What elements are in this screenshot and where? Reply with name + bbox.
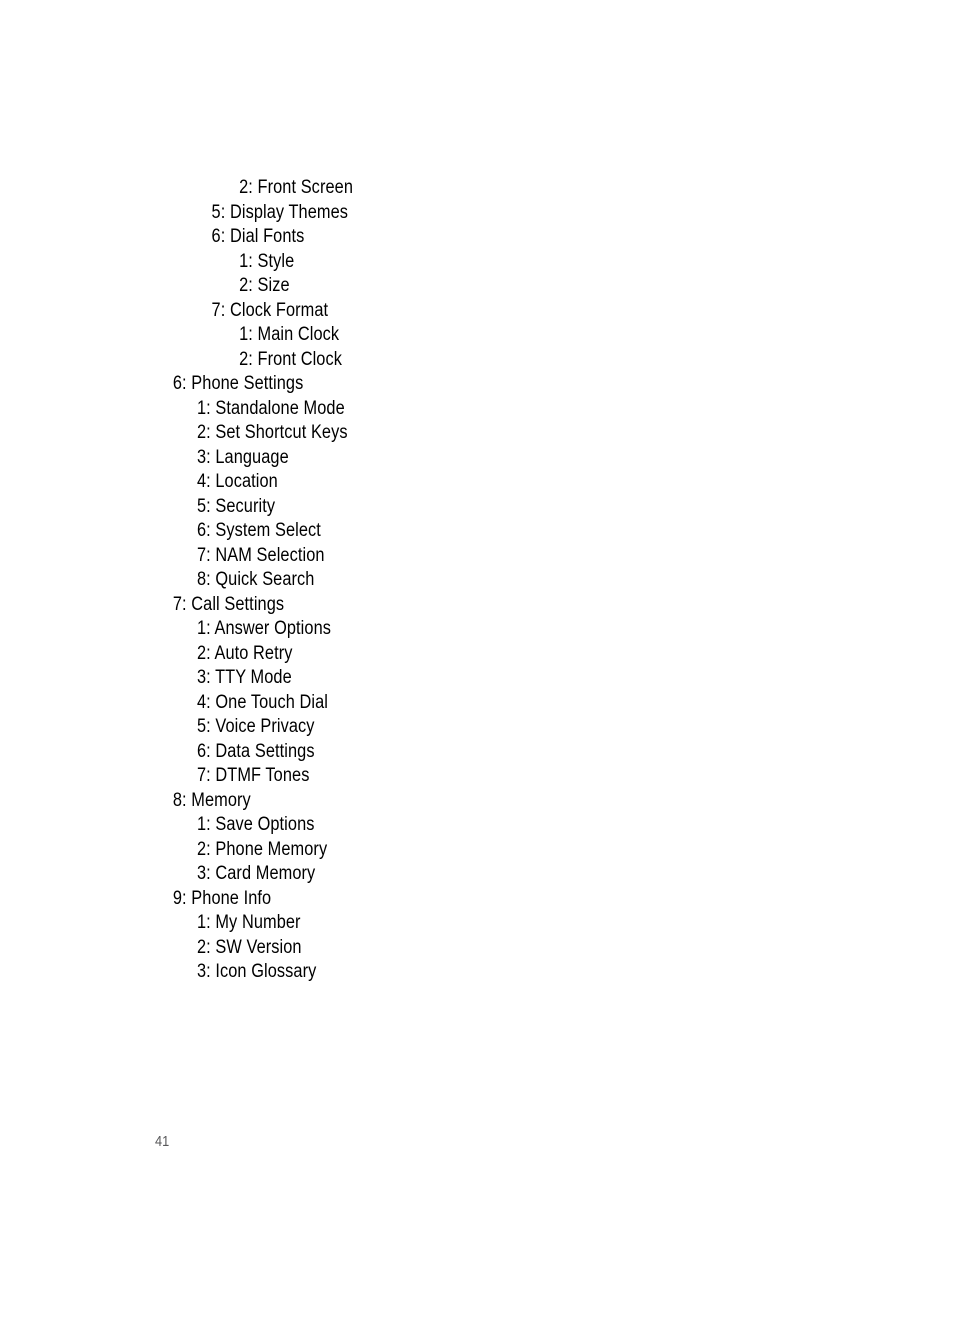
outline-item: 1: Save Options — [196, 814, 315, 835]
outline-item: 4: Location — [196, 471, 278, 492]
outline-item: 7: Clock Format — [211, 299, 329, 321]
outline-item: 1: Standalone Mode — [196, 397, 345, 419]
outline-item: 1: My Number — [196, 912, 301, 933]
outline-item: 6: Dial Fonts — [211, 226, 305, 247]
outline-item: 6: Phone Settings — [172, 373, 304, 394]
outline-item: 5: Voice Privacy — [196, 716, 315, 737]
outline-item: 3: Language — [196, 446, 289, 468]
outline-item: 6: Data Settings — [196, 740, 315, 762]
outline-item: 2: Phone Memory — [196, 838, 328, 860]
outline-item: 3: Card Memory — [196, 863, 316, 884]
outline-item: 2: Auto Retry — [196, 642, 293, 664]
outline-item: 1: Style — [239, 250, 295, 272]
outline-item: 1: Answer Options — [196, 618, 332, 639]
outline-item: 2: Size — [239, 275, 290, 296]
outline-item: 7: DTMF Tones — [196, 765, 310, 786]
outline-item: 7: Call Settings — [172, 593, 285, 615]
outline-item: 8: Quick Search — [196, 569, 315, 590]
page-number: 41 — [155, 1134, 170, 1150]
outline-item: 1: Main Clock — [239, 324, 340, 345]
outline-item: 9: Phone Info — [172, 887, 272, 909]
outline-item: 2: SW Version — [196, 936, 302, 958]
menu-outline-list: 2: Front Screen 5: Display Themes 6: Dial … — [0, 176, 954, 985]
outline-item: 2: Set Shortcut Keys — [196, 422, 348, 443]
outline-item: 7: NAM Selection — [196, 544, 325, 566]
outline-item: 2: Front Clock — [239, 348, 342, 370]
outline-item: 8: Memory — [172, 789, 251, 811]
outline-item: 5: Display Themes — [211, 201, 349, 223]
outline-item: 4: One Touch Dial — [196, 691, 328, 713]
outline-item: 3: Icon Glossary — [196, 961, 317, 982]
document-page: 2: Front Screen 5: Display Themes 6: Dial … — [0, 0, 954, 1319]
outline-item: 2: Front Screen — [239, 177, 353, 198]
outline-item: 5: Security — [196, 495, 276, 517]
outline-item: 3: TTY Mode — [196, 667, 292, 688]
outline-item: 6: System Select — [196, 520, 321, 541]
